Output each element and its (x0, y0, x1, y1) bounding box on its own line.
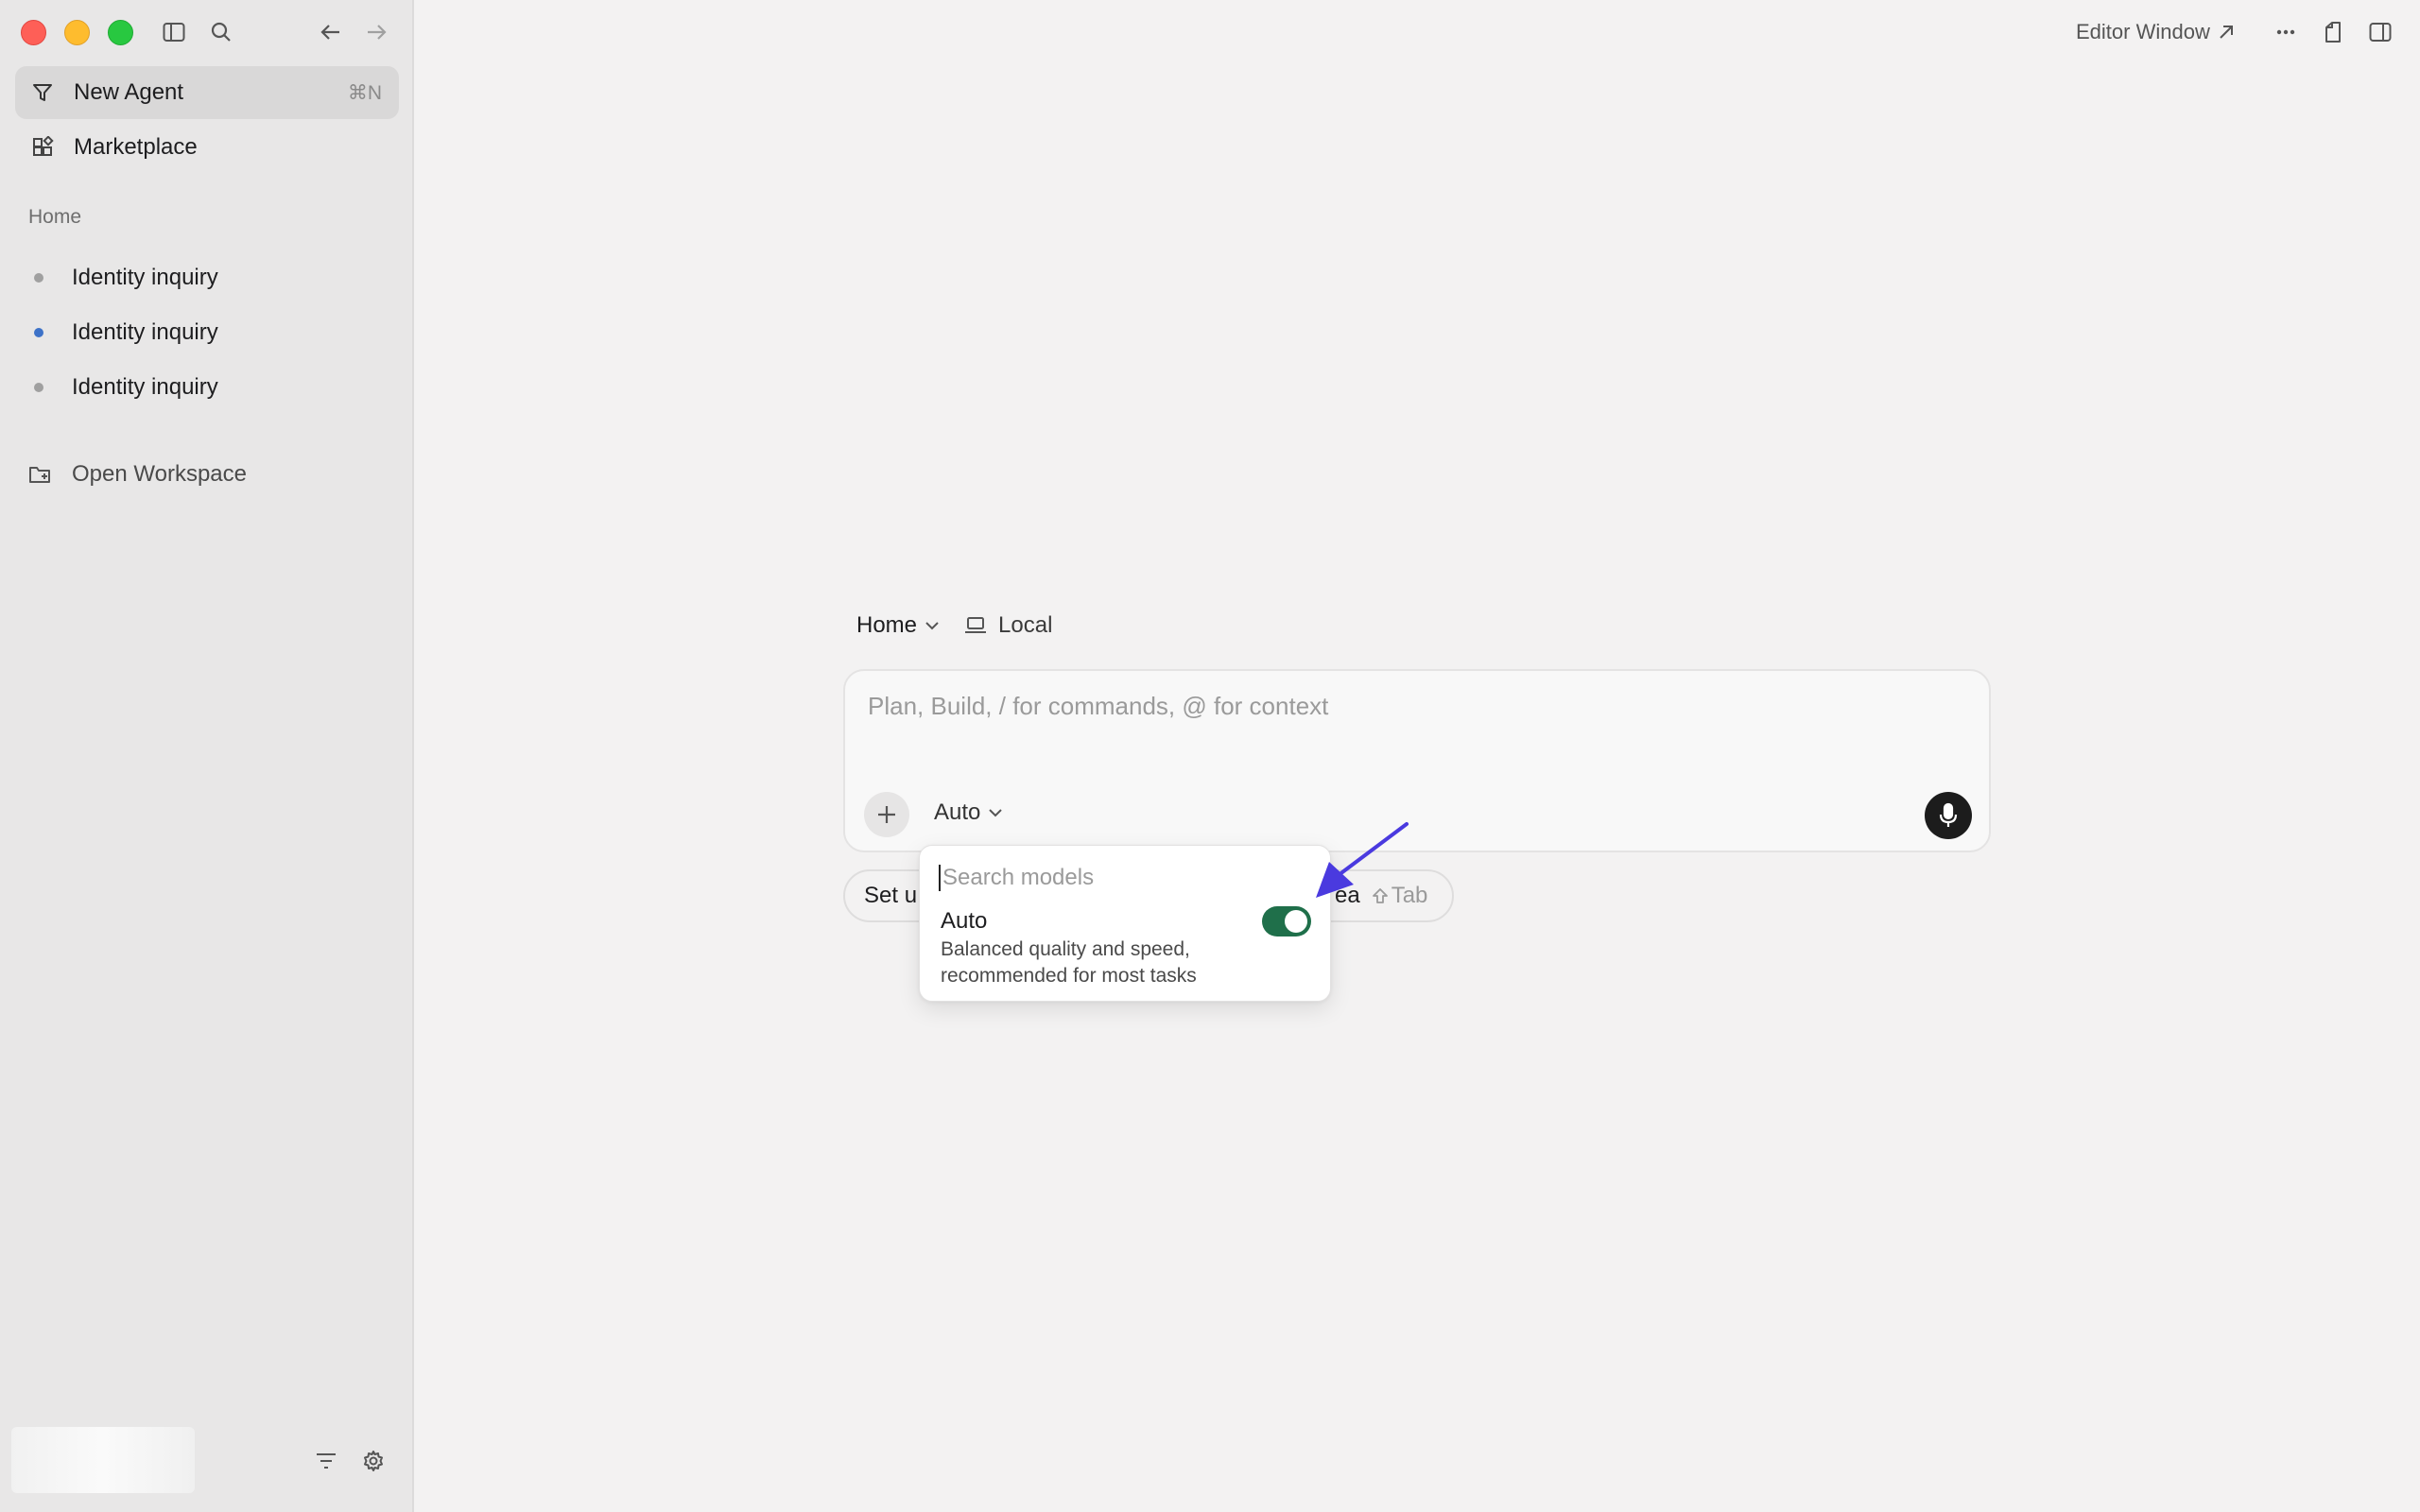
model-selector-label: Auto (934, 799, 981, 825)
add-context-button[interactable] (864, 792, 909, 837)
microphone-button[interactable] (1925, 792, 1972, 839)
user-profile[interactable] (11, 1427, 195, 1493)
microphone-icon (1939, 802, 1958, 829)
marketplace-label: Marketplace (74, 134, 198, 160)
gear-icon[interactable] (358, 1446, 389, 1476)
history-item[interactable]: Identity inquiry (34, 314, 218, 352)
model-option-description: Balanced quality and speed, recommended … (941, 938, 1197, 987)
window-close-button[interactable] (21, 20, 46, 45)
auto-toggle[interactable] (1262, 906, 1311, 936)
suggestion-chip-label: Set u (864, 883, 918, 908)
status-dot (34, 383, 43, 392)
marketplace-button[interactable]: Marketplace (15, 121, 399, 174)
editor-window-button[interactable]: Editor Window (2076, 17, 2235, 47)
editor-window-label: Editor Window (2076, 20, 2210, 43)
document-icon[interactable] (2318, 17, 2348, 47)
folder-plus-icon (28, 463, 57, 486)
window-zoom-button[interactable] (108, 20, 133, 45)
new-agent-shortcut: ⌘N (347, 81, 382, 104)
model-selector[interactable]: Auto (934, 799, 1003, 826)
toggle-knob (1285, 910, 1307, 933)
external-arrow-icon (2218, 24, 2235, 41)
history-item-label: Identity inquiry (72, 374, 218, 400)
history-item-label: Identity inquiry (72, 319, 218, 345)
prompt-input[interactable] (868, 692, 1908, 721)
back-arrow-icon[interactable] (316, 17, 346, 47)
agent-icon (28, 78, 57, 107)
history-item[interactable]: Identity inquiry (34, 369, 218, 406)
laptop-icon (964, 616, 987, 635)
history-item-label: Identity inquiry (72, 265, 218, 290)
open-workspace-label: Open Workspace (72, 461, 247, 487)
chevron-down-icon[interactable] (925, 621, 940, 630)
open-workspace-button[interactable]: Open Workspace (28, 455, 247, 493)
search-icon[interactable] (206, 17, 236, 47)
right-panel-icon[interactable] (2365, 17, 2395, 47)
model-option-title[interactable]: Auto (941, 908, 987, 935)
annotation-arrow (1305, 813, 1418, 907)
section-label-home: Home (28, 206, 82, 228)
model-dropdown: Auto Balanced quality and speed, recomme… (919, 845, 1331, 1002)
workspace-selector[interactable]: Home (856, 612, 917, 639)
status-dot (34, 328, 43, 337)
chevron-down-icon (988, 808, 1003, 817)
search-models-input[interactable] (939, 865, 1302, 891)
plus-icon (878, 806, 895, 823)
marketplace-icon (28, 133, 57, 162)
window-minimize-button[interactable] (64, 20, 90, 45)
filter-icon[interactable] (311, 1446, 341, 1476)
history-item[interactable]: Identity inquiry (34, 259, 218, 297)
context-row: Home Local (856, 612, 1052, 639)
sidebar: New Agent ⌘N Marketplace Home Identity i… (0, 0, 414, 1512)
forward-arrow-icon[interactable] (361, 17, 391, 47)
location-selector[interactable]: Local (998, 612, 1052, 639)
more-icon[interactable] (2271, 17, 2301, 47)
sidebar-toggle-icon[interactable] (159, 17, 189, 47)
status-dot (34, 273, 43, 283)
new-agent-button[interactable]: New Agent ⌘N (15, 66, 399, 119)
new-agent-label: New Agent (74, 79, 184, 105)
